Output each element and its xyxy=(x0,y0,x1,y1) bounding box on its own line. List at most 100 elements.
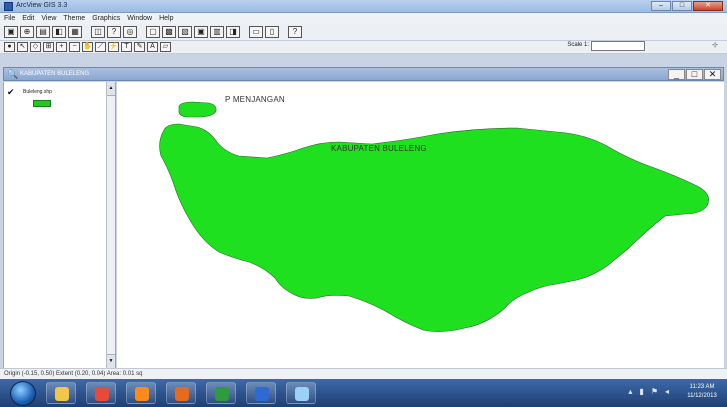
scale-input[interactable] xyxy=(591,41,645,51)
word-task[interactable] xyxy=(246,382,276,404)
zoom-in-fixed-button[interactable]: ▣ xyxy=(194,26,208,38)
excel-icon xyxy=(215,387,229,401)
menu-edit[interactable]: Edit xyxy=(22,15,34,22)
menu-help[interactable]: Help xyxy=(159,15,173,22)
select-tool[interactable]: ⊞ xyxy=(43,42,54,52)
zoom-out-icon: − xyxy=(72,43,77,50)
toc-scrollbar[interactable]: ▲ ▼ xyxy=(106,82,115,368)
zoom-themes-icon: ▩ xyxy=(165,27,173,36)
media-task[interactable] xyxy=(126,382,156,404)
theme-props-button[interactable]: ▤ xyxy=(36,26,50,38)
clear-selection-icon: ▯ xyxy=(269,27,275,36)
zoom-in-icon: + xyxy=(59,43,64,50)
select-features-icon: ▭ xyxy=(252,27,260,36)
menu-window[interactable]: Window xyxy=(127,15,152,22)
arcview-task[interactable] xyxy=(286,382,316,404)
zoom-out-tool[interactable]: − xyxy=(69,42,80,52)
coordinates-icon: ⊹ xyxy=(712,42,718,49)
view-close-button[interactable]: ✕ xyxy=(704,69,721,80)
view-minimize-button[interactable]: _ xyxy=(668,69,685,80)
label-tool[interactable]: A xyxy=(147,42,158,52)
save-icon: ▣ xyxy=(7,27,15,36)
tray-arrow-icon[interactable]: ▴ xyxy=(628,387,632,396)
theme-visibility-checkbox[interactable]: ✔ xyxy=(7,88,15,97)
tool-bar: ● ↖ ◇ ⊞ + − ✋ ⟋ ⚡ T ✎ A ▱ Scale 1: ⊹ xyxy=(0,41,727,54)
start-button[interactable] xyxy=(10,381,36,406)
buleleng-polygon[interactable] xyxy=(159,123,709,332)
pan-tool[interactable]: ✋ xyxy=(82,42,93,52)
view-maximize-button[interactable]: □ xyxy=(686,69,703,80)
menu-graphics[interactable]: Graphics xyxy=(92,15,120,22)
maximize-button[interactable]: □ xyxy=(672,1,692,11)
query-icon: ? xyxy=(111,27,117,36)
vertex-tool[interactable]: ◇ xyxy=(30,42,41,52)
menjangan-island-polygon[interactable] xyxy=(178,101,217,118)
zoom-extent-button[interactable]: ▢ xyxy=(146,26,160,38)
legend-swatch xyxy=(33,100,51,107)
area-tool[interactable]: ▱ xyxy=(160,42,171,52)
arcview-icon xyxy=(295,387,309,401)
query-button[interactable]: ? xyxy=(107,26,121,38)
excel-task[interactable] xyxy=(206,382,236,404)
map-display[interactable]: P MENJANGAN KABUPATEN BULELENG xyxy=(117,82,724,368)
scroll-up-icon[interactable]: ▲ xyxy=(107,82,115,96)
table-button[interactable]: ▦ xyxy=(68,26,82,38)
clear-selection-button[interactable]: ▯ xyxy=(265,26,279,38)
theme-item-buleleng[interactable]: ✔ Buleleng.shp xyxy=(7,88,107,110)
identify-icon: ● xyxy=(7,43,12,50)
pan-icon: ✋ xyxy=(83,43,92,50)
label-icon: A xyxy=(150,43,155,50)
scroll-down-icon[interactable]: ▼ xyxy=(107,354,115,368)
tray-network-icon[interactable]: ▮ xyxy=(639,387,643,396)
zoom-themes-button[interactable]: ▩ xyxy=(162,26,176,38)
view-controls: _ □ ✕ xyxy=(668,69,721,80)
open-button[interactable]: ◫ xyxy=(91,26,105,38)
close-button[interactable]: ✕ xyxy=(693,1,723,11)
zoom-selected-icon: ▧ xyxy=(181,27,189,36)
explorer-task[interactable] xyxy=(46,382,76,404)
arcview-app-icon xyxy=(4,2,13,11)
zoom-out-fixed-button[interactable]: ▥ xyxy=(210,26,224,38)
locate-button[interactable]: ◎ xyxy=(123,26,137,38)
menu-view[interactable]: View xyxy=(41,15,56,22)
window-titlebar: ArcView GIS 3.3 – □ ✕ xyxy=(0,0,727,13)
theme-name: Buleleng.shp xyxy=(23,89,52,95)
zoom-extent-icon: ▢ xyxy=(149,27,157,36)
tray-volume-icon[interactable]: ◂ xyxy=(665,387,669,396)
clock-time: 11:23 AM xyxy=(689,384,715,390)
select-features-button[interactable]: ▭ xyxy=(249,26,263,38)
minimize-button[interactable]: – xyxy=(651,1,671,11)
tray-flag-icon[interactable]: ⚑ xyxy=(651,387,658,396)
draw-icon: ✎ xyxy=(136,43,143,50)
view-icon: 🔍 xyxy=(7,69,19,79)
word-icon xyxy=(255,387,269,401)
zoom-selected-button[interactable]: ▧ xyxy=(178,26,192,38)
clock[interactable]: 11:23 AM 11/12/2013 xyxy=(682,383,722,401)
legend-icon: ◧ xyxy=(55,27,63,36)
table-of-contents: ✔ Buleleng.shp ▲ ▼ xyxy=(3,82,116,368)
chrome-task[interactable] xyxy=(86,382,116,404)
zoom-in-tool[interactable]: + xyxy=(56,42,67,52)
open-icon: ◫ xyxy=(94,27,102,36)
help-icon: ? xyxy=(292,27,298,36)
vertex-icon: ◇ xyxy=(32,43,39,50)
save-button[interactable]: ▣ xyxy=(4,26,18,38)
add-theme-icon: ⊕ xyxy=(23,27,31,36)
help-button[interactable]: ? xyxy=(288,26,302,38)
legend-editor-button[interactable]: ◧ xyxy=(52,26,66,38)
draw-tool[interactable]: ✎ xyxy=(134,42,145,52)
add-theme-button[interactable]: ⊕ xyxy=(20,26,34,38)
clock-date: 11/12/2013 xyxy=(687,393,717,399)
measure-tool[interactable]: ⟋ xyxy=(95,42,106,52)
window-controls: – □ ✕ xyxy=(651,1,723,11)
zoom-previous-button[interactable]: ◨ xyxy=(226,26,240,38)
identify-tool[interactable]: ● xyxy=(4,42,15,52)
menu-theme[interactable]: Theme xyxy=(63,15,85,22)
pointer-icon: ↖ xyxy=(19,43,26,50)
table-icon: ▦ xyxy=(71,27,79,36)
menu-file[interactable]: File xyxy=(4,15,15,22)
firefox-task[interactable] xyxy=(166,382,196,404)
pointer-tool[interactable]: ↖ xyxy=(17,42,28,52)
hotlink-tool[interactable]: ⚡ xyxy=(108,42,119,52)
text-tool[interactable]: T xyxy=(121,42,132,52)
